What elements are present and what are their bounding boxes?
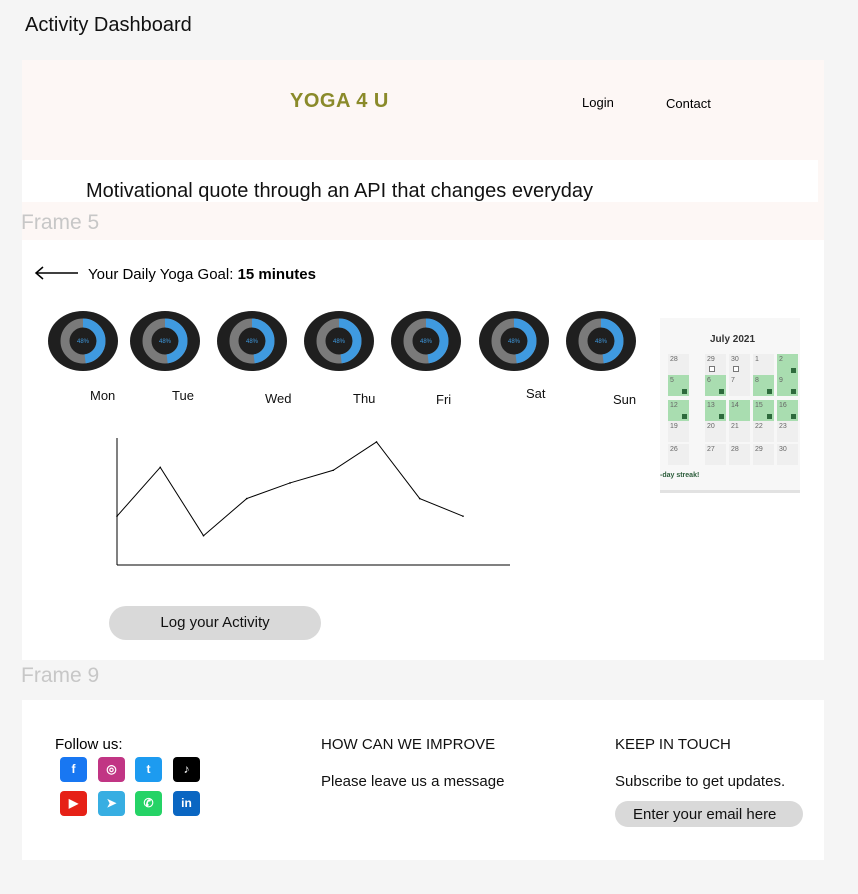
- day-label-thu: Thu: [353, 391, 376, 406]
- progress-ring-tue: 48%: [130, 311, 200, 371]
- checkbox-icon: [733, 366, 739, 372]
- calendar-day[interactable]: 9: [777, 375, 798, 396]
- improve-heading: HOW CAN WE IMPROVE: [321, 736, 496, 753]
- calendar-day[interactable]: 23: [777, 421, 798, 442]
- nav-contact-link[interactable]: Contact: [666, 96, 711, 111]
- progress-ring-fri: 48%: [391, 311, 461, 371]
- progress-label: 48%: [595, 339, 608, 345]
- calendar-day[interactable]: 21: [729, 421, 750, 442]
- calendar-day[interactable]: 8: [753, 375, 774, 396]
- subscribe-text: Subscribe to get updates.: [615, 773, 786, 790]
- activity-marker: [791, 414, 796, 419]
- progress-label: 48%: [77, 339, 90, 345]
- activity-marker: [791, 389, 796, 394]
- progress-ring-mon: 48%: [48, 311, 118, 371]
- data-point-8: [462, 515, 464, 517]
- calendar-day[interactable]: 1: [753, 354, 774, 375]
- logo[interactable]: YOGA 4 U: [290, 90, 389, 113]
- data-point-3: [245, 497, 248, 500]
- calendar-day[interactable]: 29: [753, 444, 774, 465]
- calendar-day[interactable]: 5: [668, 375, 689, 396]
- progress-ring-sat: 48%: [479, 311, 549, 371]
- calendar-day[interactable]: 20: [705, 421, 726, 442]
- youtube-icon[interactable]: ▶: [60, 791, 87, 816]
- calendar-day[interactable]: 28: [668, 354, 689, 375]
- whatsapp-icon[interactable]: ✆: [135, 791, 162, 816]
- activity-marker: [791, 368, 796, 373]
- activity-marker: [682, 389, 687, 394]
- activity-panel: Your Daily Yoga Goal: 15 minutes 48% Mon 4…: [22, 240, 824, 660]
- daily-goal-value: 15 minutes: [237, 266, 316, 283]
- header: YOGA 4 U Login Contact Motivational quot…: [22, 60, 824, 240]
- progress-label: 48%: [333, 339, 346, 345]
- email-field[interactable]: [615, 801, 803, 827]
- calendar-day[interactable]: 19: [668, 421, 689, 442]
- calendar-day[interactable]: 26: [668, 444, 689, 465]
- page-title: Activity Dashboard: [25, 14, 192, 36]
- calendar-day[interactable]: 12: [668, 400, 689, 421]
- follow-us-label: Follow us:: [55, 736, 123, 753]
- calendar-day[interactable]: 30: [777, 444, 798, 465]
- streak-text: -day streak!: [660, 472, 700, 479]
- activity-marker: [719, 389, 724, 394]
- activity-line-chart: [116, 438, 510, 566]
- keep-in-touch-heading: KEEP IN TOUCH: [615, 736, 731, 753]
- day-label-sun: Sun: [613, 392, 637, 407]
- linkedin-icon[interactable]: in: [173, 791, 200, 816]
- facebook-icon[interactable]: f: [60, 757, 87, 782]
- progress-ring-wed: 48%: [217, 311, 287, 371]
- activity-series-line: [116, 441, 464, 537]
- day-label-fri: Fri: [436, 392, 452, 407]
- calendar-day[interactable]: 13: [705, 400, 726, 421]
- data-point-2: [202, 534, 205, 537]
- activity-marker: [767, 389, 772, 394]
- day-label-tue: Tue: [172, 388, 194, 403]
- data-point-1: [159, 466, 162, 469]
- calendar-day[interactable]: 15: [753, 400, 774, 421]
- footer: Follow us: f ◎ t ♪ ▶ ➤ ✆ in HOW CAN WE IMPROVE …: [22, 700, 824, 860]
- daily-goal: Your Daily Yoga Goal: 15 minutes: [88, 266, 316, 283]
- activity-marker: [682, 414, 687, 419]
- calendar-day[interactable]: 7: [729, 375, 750, 396]
- progress-ring-thu: 48%: [304, 311, 374, 371]
- calendar-day[interactable]: 2: [777, 354, 798, 375]
- day-label-sat: Sat: [526, 386, 546, 401]
- progress-ring-sun: 48%: [566, 311, 636, 371]
- data-point-6: [375, 441, 378, 443]
- twitter-icon[interactable]: t: [135, 757, 162, 782]
- daily-goal-label: Your Daily Yoga Goal:: [88, 266, 238, 283]
- calendar-day[interactable]: 27: [705, 444, 726, 465]
- data-point-5: [332, 469, 335, 472]
- motivational-quote: Motivational quote through an API that c…: [86, 180, 594, 202]
- tiktok-icon[interactable]: ♪: [173, 757, 200, 782]
- activity-marker: [767, 414, 772, 419]
- data-point-0: [116, 515, 118, 517]
- calendar-day[interactable]: 14: [729, 400, 750, 421]
- telegram-icon[interactable]: ➤: [98, 791, 125, 816]
- log-activity-button[interactable]: Log your Activity: [109, 606, 321, 640]
- streak-calendar[interactable]: July 2021 282930123567891012131415161719…: [660, 318, 800, 493]
- checkbox-icon: [709, 366, 715, 372]
- day-label-wed: Wed: [265, 391, 292, 406]
- calendar-title: July 2021: [710, 334, 756, 345]
- frame-label-top: Frame 5: [21, 211, 100, 234]
- calendar-day[interactable]: 16: [777, 400, 798, 421]
- frame-label-bottom: Frame 9: [21, 664, 100, 687]
- activity-marker: [719, 414, 724, 419]
- instagram-icon[interactable]: ◎: [98, 757, 125, 782]
- calendar-day[interactable]: 22: [753, 421, 774, 442]
- calendar-day[interactable]: 28: [729, 444, 750, 465]
- progress-label: 48%: [420, 339, 433, 345]
- data-point-7: [418, 497, 421, 500]
- progress-label: 48%: [246, 339, 259, 345]
- back-arrow-icon[interactable]: [34, 266, 80, 280]
- improve-text[interactable]: Please leave us a message: [321, 773, 504, 790]
- data-point-4: [289, 482, 291, 484]
- progress-label: 48%: [159, 339, 172, 345]
- nav-login-link[interactable]: Login: [582, 95, 614, 110]
- progress-label: 48%: [508, 339, 521, 345]
- day-label-mon: Mon: [90, 388, 116, 403]
- calendar-day[interactable]: 6: [705, 375, 726, 396]
